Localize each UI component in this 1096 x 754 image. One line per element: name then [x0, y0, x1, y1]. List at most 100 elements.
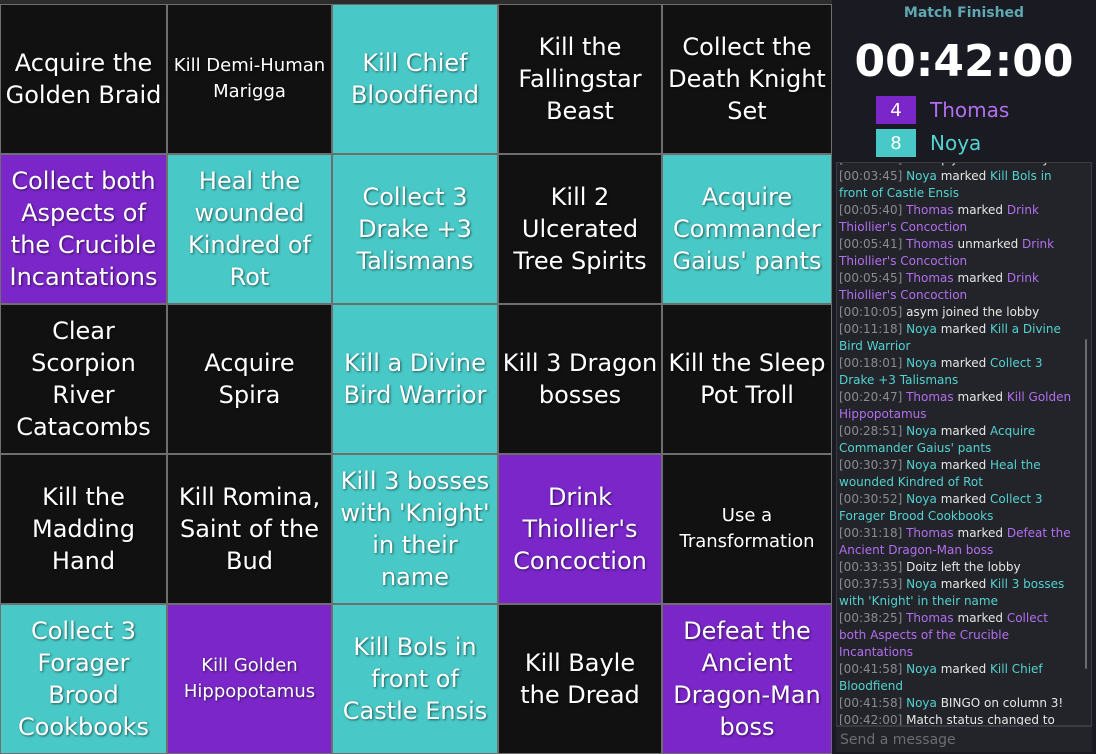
board-cell[interactable]: Kill Demi-Human Marigga — [167, 4, 332, 154]
board-cell-label: Clear Scorpion River Catacombs — [16, 317, 151, 441]
chat-line: [00:10:05] asym joined the lobby — [839, 304, 1075, 321]
board-cell-label: Kill Bols in front of Castle Ensis — [342, 633, 488, 725]
board-cell-label: Collect both Aspects of the Crucible Inc… — [9, 167, 158, 291]
chat-timestamp: [00:05:45] — [839, 271, 903, 285]
board-cell-label: Collect 3 Forager Brood Cookbooks — [17, 617, 150, 741]
chat-timestamp: [00:10:05] — [839, 305, 903, 319]
chat-action: unmarked — [957, 237, 1019, 251]
board-cell-label: Acquire Commander Gaius' pants — [672, 183, 822, 275]
chat-action: marked — [940, 577, 987, 591]
chat-line: [00:31:18] Thomas marked Defeat the Anci… — [839, 525, 1075, 559]
chat-line: [00:20:47] Thomas marked Kill Golden Hip… — [839, 389, 1075, 423]
board-cell[interactable]: Kill a Divine Bird Warrior — [332, 304, 498, 454]
chat-scrollbar[interactable] — [1085, 339, 1087, 669]
chat-action: marked — [957, 203, 1004, 217]
chat-line: [00:03:45] Noya marked Kill Bols in fron… — [839, 168, 1075, 202]
chat-player-name: Thomas — [906, 237, 954, 251]
player-row-thomas: 4 Thomas — [876, 96, 1009, 124]
board-cell[interactable]: Kill the Madding Hand — [0, 454, 167, 604]
board-cell[interactable]: Kill Bayle the Dread — [498, 604, 662, 754]
chat-line: [00:28:51] Noya marked Acquire Commander… — [839, 423, 1075, 457]
board-cell[interactable]: Drink Thiollier's Concoction — [498, 454, 662, 604]
board-cell[interactable]: Kill Romina, Saint of the Bud — [167, 454, 332, 604]
chat-line: [00:41:58] Noya BINGO on column 3! — [839, 695, 1075, 712]
board-cell-label: Acquire the Golden Braid — [5, 49, 162, 109]
board-cell-label: Use a Transformation — [679, 505, 815, 552]
board-cell-label: Kill the Madding Hand — [32, 483, 135, 575]
board-cell-label: Kill Golden Hippopotamus — [183, 655, 316, 702]
chat-action: marked — [940, 458, 987, 472]
board-cell[interactable]: Kill 3 Dragon bosses — [498, 304, 662, 454]
chat-message-input[interactable] — [836, 726, 1092, 752]
board-cell-label: Kill 2 Ulcerated Tree Spirits — [513, 183, 647, 275]
board-cell[interactable]: Acquire Commander Gaius' pants — [662, 154, 832, 304]
board-cell[interactable]: Kill Bols in front of Castle Ensis — [332, 604, 498, 754]
player-row-noya: 8 Noya — [876, 129, 981, 157]
chat-timestamp: [00:37:53] — [839, 577, 903, 591]
chat-player-name: Thomas — [906, 203, 954, 217]
chat-action: marked — [940, 424, 987, 438]
player-name: Noya — [930, 131, 982, 155]
chat-player-name: Noya — [906, 169, 937, 183]
board-cell[interactable]: Kill the Fallingstar Beast — [498, 4, 662, 154]
board-cell[interactable]: Collect 3 Drake +3 Talismans — [332, 154, 498, 304]
chat-line: [00:05:45] Thomas marked Drink Thiollier… — [839, 270, 1075, 304]
board-cell-label: Kill the Fallingstar Beast — [518, 33, 642, 125]
chat-player-name: Thomas — [906, 611, 954, 625]
chat-action: marked — [957, 271, 1004, 285]
board-cell[interactable]: Defeat the Ancient Dragon-Man boss — [662, 604, 832, 754]
board-cell[interactable]: Clear Scorpion River Catacombs — [0, 304, 167, 454]
chat-timestamp: [00:42:00] — [839, 713, 903, 726]
chat-line: [00:41:58] Noya marked Kill Chief Bloodf… — [839, 661, 1075, 695]
match-status: Match Finished — [903, 5, 1025, 21]
chat-line: [00:05:41] Thomas unmarked Drink Thiolli… — [839, 236, 1075, 270]
chat-action: marked — [957, 526, 1004, 540]
chat-line: [00:30:37] Noya marked Heal the wounded … — [839, 457, 1075, 491]
board-cell-label: Kill 3 bosses with 'Knight' in their nam… — [340, 467, 490, 591]
chat-text: Doitz left the lobby — [906, 560, 1021, 574]
board-cell-label: Heal the wounded Kindred of Rot — [188, 167, 311, 291]
chat-player-name: Noya — [906, 696, 937, 710]
board-cell[interactable]: Collect both Aspects of the Crucible Inc… — [0, 154, 167, 304]
chat-line: [00:05:40] Thomas marked Drink Thiollier… — [839, 202, 1075, 236]
chat-timestamp: [00:05:41] — [839, 237, 903, 251]
board-cell-label: Kill Demi-Human Marigga — [173, 55, 326, 102]
chat-log[interactable]: [00:02:25] Champ joined the lobby[00:03:… — [836, 162, 1092, 726]
chat-player-name: Noya — [906, 322, 937, 336]
chat-player-name: Noya — [906, 424, 937, 438]
chat-timestamp: [00:02:25] — [839, 163, 902, 166]
chat-timestamp: [00:41:58] — [839, 696, 903, 710]
board-cell[interactable]: Acquire Spira — [167, 304, 332, 454]
chat-timestamp: [00:30:52] — [839, 492, 903, 506]
board-cell[interactable]: Acquire the Golden Braid — [0, 4, 167, 154]
chat-player-name: Thomas — [906, 271, 954, 285]
player-score-badge: 4 — [876, 96, 916, 124]
chat-player-name: Thomas — [906, 390, 954, 404]
board-cell-label: Acquire Spira — [204, 349, 295, 409]
board-cell[interactable]: Kill Golden Hippopotamus — [167, 604, 332, 754]
chat-player-name: Thomas — [906, 526, 954, 540]
board-cell[interactable]: Kill 2 Ulcerated Tree Spirits — [498, 154, 662, 304]
chat-line: [00:37:53] Noya marked Kill 3 bosses wit… — [839, 576, 1075, 610]
board-cell[interactable]: Kill the Sleep Pot Troll — [662, 304, 832, 454]
chat-timestamp: [00:03:45] — [839, 169, 903, 183]
board-cell-label: Kill Romina, Saint of the Bud — [178, 483, 321, 575]
chat-line: [00:18:01] Noya marked Collect 3 Drake +… — [839, 355, 1075, 389]
board-cell[interactable]: Kill 3 bosses with 'Knight' in their nam… — [332, 454, 498, 604]
board-cell-label: Kill 3 Dragon bosses — [502, 349, 658, 409]
chat-player-name: Noya — [906, 577, 937, 591]
board-cell[interactable]: Kill Chief Bloodfiend — [332, 4, 498, 154]
chat-action: marked — [940, 356, 987, 370]
chat-timestamp: [00:18:01] — [839, 356, 903, 370]
board-cell[interactable]: Collect the Death Knight Set — [662, 4, 832, 154]
sidebar: Match Finished 00:42:00 4 Thomas 8 Noya … — [832, 0, 1096, 754]
board-cell[interactable]: Collect 3 Forager Brood Cookbooks — [0, 604, 167, 754]
chat-text: Match status changed to — [906, 713, 1055, 726]
board-cell[interactable]: Use a Transformation — [662, 454, 832, 604]
board-cell[interactable]: Heal the wounded Kindred of Rot — [167, 154, 332, 304]
chat-timestamp: [00:28:51] — [839, 424, 903, 438]
match-timer: 00:42:00 — [854, 36, 1074, 87]
chat-text: asym joined the lobby — [906, 305, 1040, 319]
chat-timestamp: [00:20:47] — [839, 390, 903, 404]
chat-player-name: Noya — [906, 458, 937, 472]
